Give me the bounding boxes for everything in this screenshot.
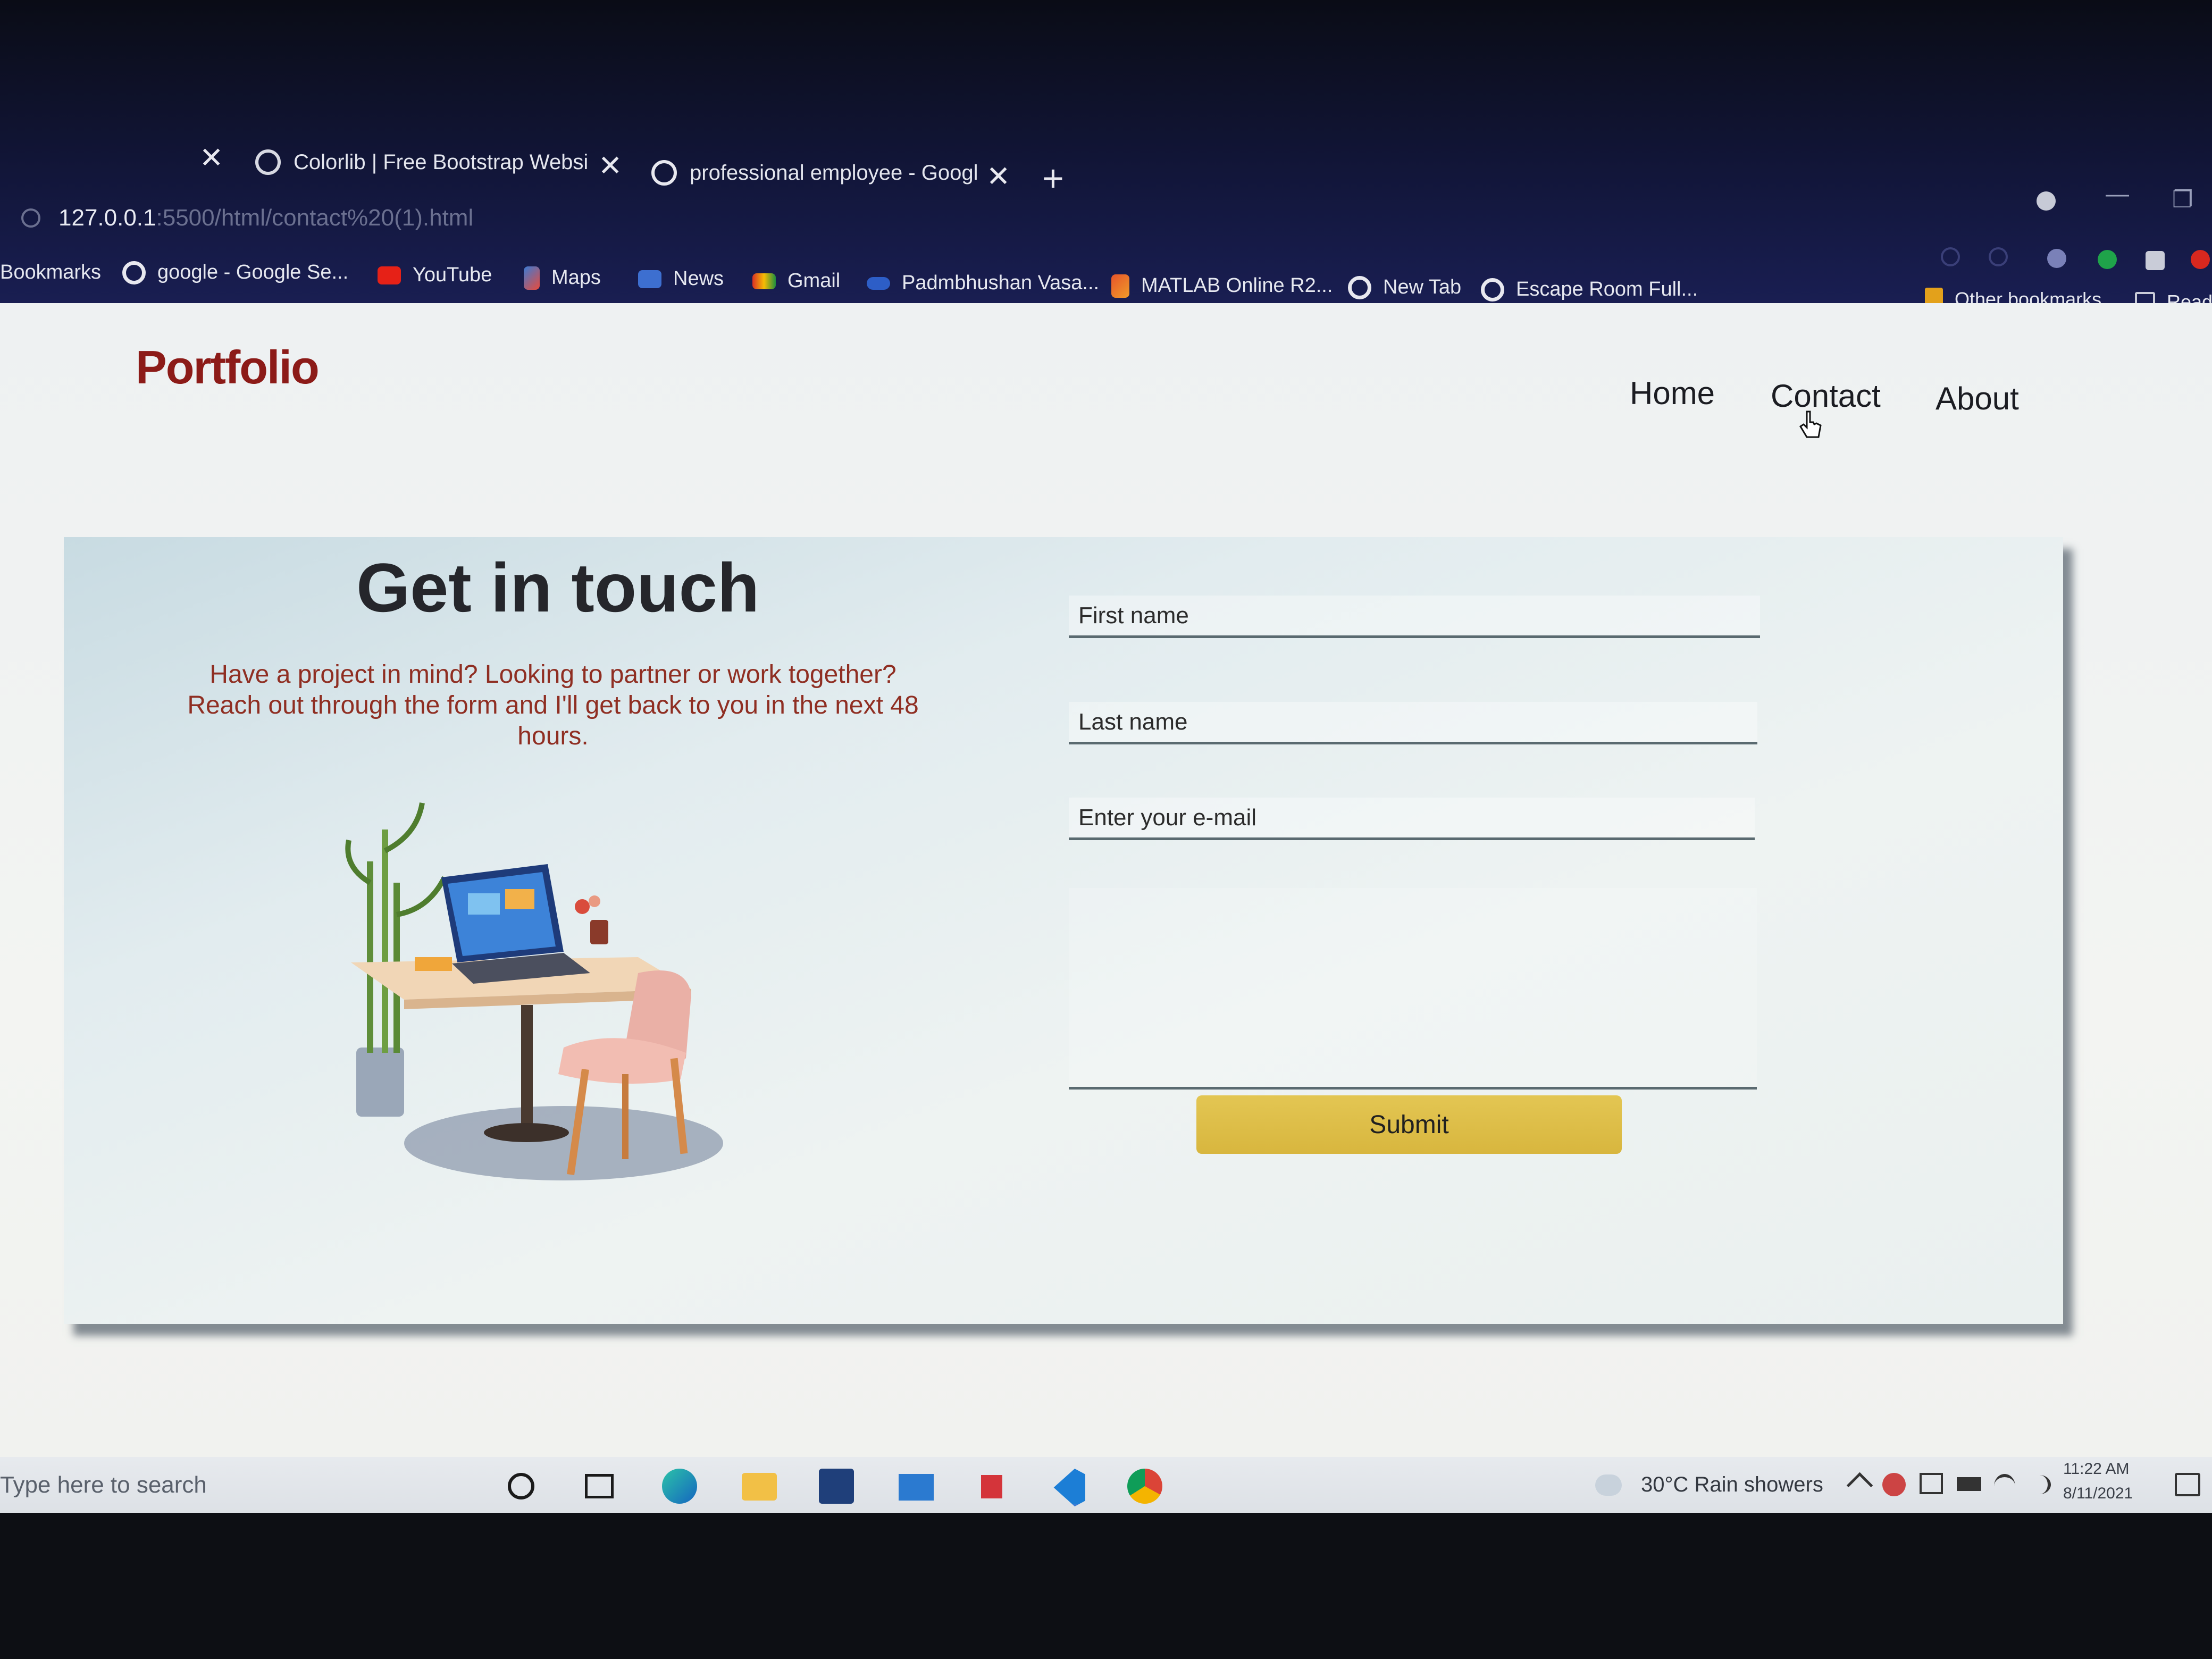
taskbar-search-placeholder: Type here to search [0, 1471, 207, 1498]
bookmark-youtube[interactable]: YouTube [378, 250, 492, 300]
nav-contact[interactable]: Contact [1771, 378, 1881, 414]
link-icon [867, 276, 890, 290]
globe-icon [255, 149, 281, 175]
page-viewport: Portfolio Home Contact About Get in touc… [0, 303, 2212, 1462]
site-logo[interactable]: Portfolio [136, 340, 320, 395]
submit-button[interactable]: Submit [1196, 1095, 1622, 1154]
close-tab-1-icon[interactable]: ✕ [199, 144, 223, 172]
clock-date[interactable]: 8/11/2021 [2063, 1485, 2133, 1503]
bookmark-gmail[interactable]: Gmail [752, 256, 840, 306]
bookmarks-bar: Bookmarks google - Google Se... YouTube … [0, 247, 2212, 313]
tab-label: Colorlib | Free Bootstrap Websi [294, 150, 589, 174]
bookmarks-label-text: Bookmarks [0, 261, 102, 283]
close-tab-2-icon[interactable]: ✕ [598, 152, 622, 180]
clock-time[interactable]: 11:22 AM [2063, 1460, 2130, 1478]
task-view-icon[interactable] [585, 1474, 614, 1498]
bookmark-label: Maps [551, 266, 601, 289]
page-title: Get in touch [356, 549, 760, 626]
tab-colorlib[interactable]: Colorlib | Free Bootstrap Websi [255, 133, 607, 191]
hand-pointer-icon [1799, 410, 1822, 438]
cortana-icon[interactable] [508, 1473, 534, 1499]
message-textarea[interactable] [1069, 888, 1757, 1090]
bookmark-label: Gmail [787, 270, 841, 292]
bookmark-label: Escape Room Full... [1516, 278, 1698, 300]
first-name-field[interactable] [1069, 596, 1760, 638]
desk-illustration [345, 802, 723, 1180]
news-icon [638, 270, 661, 288]
gift-icon[interactable] [981, 1475, 1002, 1498]
matlab-icon [1111, 274, 1129, 298]
bookmark-news[interactable]: News [638, 254, 724, 304]
rain-cloud-icon [1595, 1474, 1622, 1496]
vscode-icon[interactable] [1053, 1469, 1085, 1506]
file-explorer-icon[interactable] [742, 1473, 777, 1501]
wifi-icon[interactable] [1994, 1474, 2015, 1498]
bookmark-padmbhushan[interactable]: Padmbhushan Vasa... [867, 258, 1099, 308]
taskbar-search-input[interactable]: Type here to search [0, 1457, 479, 1513]
bookmark-label: Padmbhushan Vasa... [902, 272, 1100, 294]
tray-monitor-icon[interactable] [1920, 1473, 1943, 1494]
bookmark-maps[interactable]: Maps [524, 253, 601, 303]
weather-text: 30°C Rain showers [1641, 1473, 1823, 1496]
close-tab-3-icon[interactable]: ✕ [986, 162, 1010, 191]
bookmark-label: New Tab [1383, 276, 1462, 298]
restore-button[interactable]: ❐ [2172, 186, 2193, 213]
youtube-icon [378, 266, 401, 284]
tab-professional-employee[interactable]: professional employee - Googl [651, 144, 998, 202]
bookmark-google[interactable]: google - Google Se... [122, 247, 348, 298]
globe-icon [1348, 275, 1371, 299]
gmail-icon [752, 273, 776, 289]
last-name-field[interactable] [1069, 702, 1757, 744]
new-tab-button[interactable]: + [1042, 160, 1064, 197]
profile-menu-icon[interactable] [2037, 191, 2056, 211]
maps-icon [524, 266, 540, 290]
browser-chrome: ✕ Colorlib | Free Bootstrap Websi ✕ prof… [0, 0, 2212, 319]
bookmark-label: MATLAB Online R2... [1141, 274, 1333, 297]
globe-icon [1481, 278, 1504, 301]
bookmark-label: News [673, 267, 724, 290]
address-host: 127.0.0.1 [58, 205, 156, 231]
intro-text: Have a project in mind? Looking to partn… [187, 660, 919, 750]
monitor-bezel [0, 1513, 2212, 1659]
chrome-icon[interactable] [1127, 1469, 1162, 1504]
volume-icon[interactable] [2029, 1475, 2051, 1494]
info-icon[interactable] [21, 208, 40, 228]
nav-home[interactable]: Home [1630, 375, 1715, 412]
battery-icon[interactable] [1957, 1477, 1981, 1491]
tray-app-icon[interactable] [1882, 1473, 1906, 1496]
notifications-icon[interactable] [2175, 1473, 2200, 1496]
address-bar[interactable]: 127.0.0.1 :5500/html/contact%20(1).html [21, 197, 473, 239]
mail-icon[interactable] [899, 1474, 934, 1501]
windows-taskbar: Type here to search 30°C Rain showers 11… [0, 1457, 2212, 1513]
chevron-up-icon[interactable] [1846, 1472, 1873, 1499]
bookmark-label: YouTube [413, 264, 492, 286]
edge-icon[interactable] [662, 1469, 697, 1504]
google-icon [651, 160, 677, 186]
email-field[interactable] [1069, 798, 1755, 840]
minimize-button[interactable]: — [2106, 181, 2129, 207]
weather-widget[interactable]: 30°C Rain showers [1595, 1457, 1823, 1513]
google-icon [122, 261, 146, 284]
store-icon[interactable] [819, 1469, 854, 1504]
nav-about[interactable]: About [1936, 380, 2019, 417]
tab-label: professional employee - Googl [690, 161, 978, 185]
address-path: :5500/html/contact%20(1).html [156, 205, 474, 231]
contact-card: Get in touch Have a project in mind? Loo… [64, 537, 2063, 1324]
bookmark-label: google - Google Se... [157, 261, 349, 283]
bookmarks-label[interactable]: Bookmarks [0, 247, 101, 298]
